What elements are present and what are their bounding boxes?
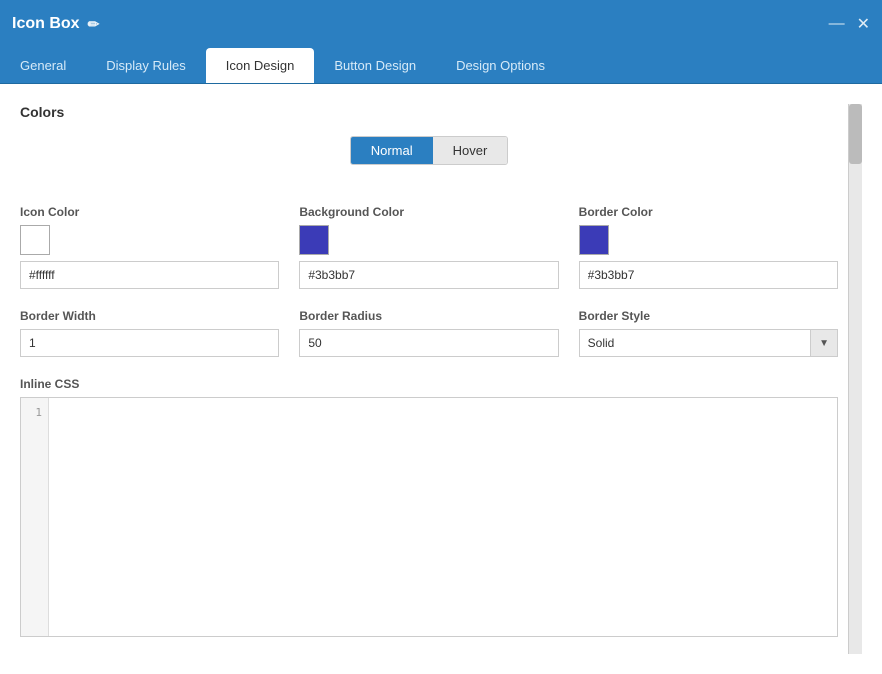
border-color-swatch[interactable] [579,225,609,255]
tab-display-rules[interactable]: Display Rules [86,48,205,83]
border-color-input[interactable] [579,261,838,289]
toggle-group-wrapper: Normal Hover [20,136,838,185]
border-radius-group: Border Radius [299,309,558,357]
content-area: Colors Normal Hover Icon Color [0,84,882,674]
border-style-select[interactable]: Solid Dashed Dotted Double None [579,329,811,357]
window-title: Icon Box [12,15,80,33]
inline-css-label: Inline CSS [20,377,838,391]
icon-color-swatch[interactable] [20,225,50,255]
border-style-label: Border Style [579,309,838,323]
border-width-group: Border Width [20,309,279,357]
titlebar-controls: — ✕ [829,14,870,34]
background-color-input[interactable] [299,261,558,289]
border-style-wrapper: Solid Dashed Dotted Double None ▼ [579,329,838,357]
border-radius-input[interactable] [299,329,558,357]
border-width-input[interactable] [20,329,279,357]
scrollbar-thumb[interactable] [849,104,862,164]
edit-icon[interactable]: ✏ [88,16,100,33]
border-color-label: Border Color [579,205,838,219]
scrollbar[interactable] [848,104,862,654]
toggle-group: Normal Hover [350,136,509,165]
minimize-button[interactable]: — [829,15,845,33]
main-window: Icon Box ✏ — ✕ General Display Rules Ico… [0,0,882,674]
toggle-hover[interactable]: Hover [433,137,508,164]
titlebar-left: Icon Box ✏ [12,15,99,33]
color-fields-row: Icon Color Background Color Bord [20,205,838,289]
border-color-preview-row [579,225,838,255]
icon-color-input[interactable] [20,261,279,289]
border-color-group: Border Color [579,205,838,289]
code-editor: 1 [20,397,838,637]
tab-design-options[interactable]: Design Options [436,48,565,83]
tab-general[interactable]: General [0,48,86,83]
icon-color-label: Icon Color [20,205,279,219]
line-number-1: 1 [27,404,42,422]
toggle-normal[interactable]: Normal [351,137,433,164]
inline-css-textarea[interactable] [49,398,837,636]
icon-color-group: Icon Color [20,205,279,289]
close-button[interactable]: ✕ [857,14,870,34]
inline-css-section: Inline CSS 1 [20,377,838,637]
titlebar: Icon Box ✏ — ✕ [0,0,882,48]
background-color-swatch[interactable] [299,225,329,255]
colors-section-title: Colors [20,104,838,120]
border-style-group: Border Style Solid Dashed Dotted Double … [579,309,838,357]
tab-button-design[interactable]: Button Design [314,48,436,83]
icon-color-preview-row [20,225,279,255]
border-style-dropdown-btn[interactable]: ▼ [811,329,838,357]
background-color-label: Background Color [299,205,558,219]
line-numbers: 1 [21,398,49,636]
border-fields-row: Border Width Border Radius Border Style … [20,309,838,357]
tabs-bar: General Display Rules Icon Design Button… [0,48,882,84]
background-color-preview-row [299,225,558,255]
main-panel: Colors Normal Hover Icon Color [20,104,848,654]
background-color-group: Background Color [299,205,558,289]
border-radius-label: Border Radius [299,309,558,323]
tab-icon-design[interactable]: Icon Design [206,48,315,83]
border-width-label: Border Width [20,309,279,323]
